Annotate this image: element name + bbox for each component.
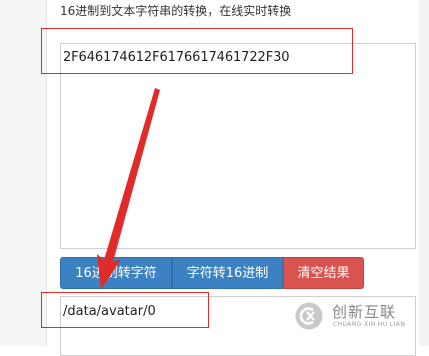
watermark-brand-name: 创新互联 bbox=[332, 303, 397, 321]
watermark-brand-pinyin: CHUANG XIN HU LIAN bbox=[333, 321, 406, 328]
annotation-arrow-icon bbox=[97, 88, 160, 290]
watermark-logo-icon bbox=[295, 302, 323, 330]
